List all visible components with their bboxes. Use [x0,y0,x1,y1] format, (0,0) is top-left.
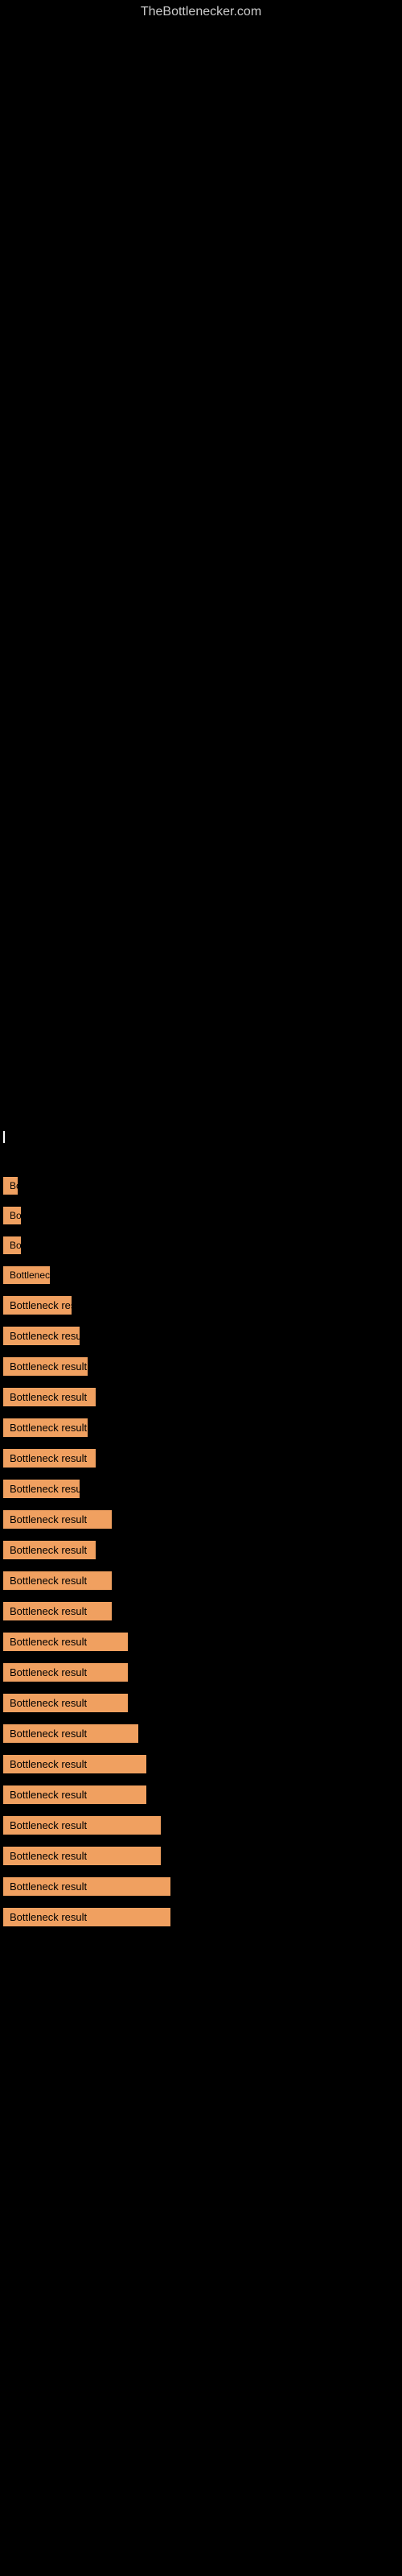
bottleneck-result-badge: Bottleneck result [3,1266,50,1284]
bottleneck-result-badge: Bottleneck result [3,1449,96,1468]
results-container: Bottleneck result Bottleneck result Bottle… [0,1177,402,1932]
result-row: Bottleneck result [0,1418,402,1443]
result-row: Bottleneck result [0,1724,402,1748]
result-row: Bottleneck result [0,1663,402,1687]
bottleneck-result-badge: Bottleneck result [3,1785,146,1804]
result-row: Bottleneck result [0,1694,402,1718]
bottleneck-result-badge: Bottleneck result [3,1877,170,1896]
bottleneck-result-badge: Bottleneck result [3,1388,96,1406]
result-row: Bottleneck result [0,1207,402,1230]
bottleneck-result-badge: Bottleneck result [3,1327,80,1345]
result-row: Bottleneck result [0,1877,402,1901]
bottleneck-result-badge: Bottleneck result [3,1510,112,1529]
result-row: Bottleneck result [0,1908,402,1932]
result-row: Bottleneck result [0,1510,402,1534]
bottleneck-result-badge: Bottleneck result [3,1177,18,1195]
result-row: Bottleneck result [0,1816,402,1840]
bottleneck-result-badge: Bottleneck result [3,1418,88,1437]
result-row: Bottleneck result [0,1755,402,1779]
site-title-bar: TheBottlenecker.com [0,0,402,19]
result-row: Bottleneck result [0,1236,402,1260]
bottleneck-result-badge: Bottleneck result [3,1755,146,1773]
result-row: Bottleneck result [0,1847,402,1871]
result-row: Bottleneck result [0,1541,402,1565]
bottleneck-result-badge: Bottleneck result [3,1724,138,1743]
bottleneck-result-badge: Bottleneck result [3,1816,161,1835]
bottleneck-result-badge: Bottleneck result [3,1541,96,1559]
bottleneck-result-badge: Bottleneck result [3,1236,21,1254]
bottleneck-result-badge: Bottleneck result [3,1908,170,1926]
result-row: Bottleneck result [0,1633,402,1657]
result-row: Bottleneck result [0,1296,402,1320]
result-row: Bottleneck result [0,1177,402,1200]
cursor-area [0,1130,402,1145]
result-row: Bottleneck result [0,1449,402,1473]
bottleneck-result-badge: Bottleneck result [3,1357,88,1376]
result-row: Bottleneck result [0,1480,402,1504]
result-row: Bottleneck result [0,1357,402,1381]
bottleneck-result-badge: Bottleneck result [3,1633,128,1651]
bottleneck-result-badge: Bottleneck result [3,1480,80,1498]
bottleneck-result-badge: Bottleneck result [3,1296,72,1315]
bottleneck-result-badge: Bottleneck result [3,1602,112,1620]
bottleneck-result-badge: Bottleneck result [3,1663,128,1682]
result-row: Bottleneck result [0,1602,402,1626]
bottleneck-result-badge: Bottleneck result [3,1694,128,1712]
main-black-area [0,19,402,1130]
result-row: Bottleneck result [0,1785,402,1810]
result-row: Bottleneck result [0,1388,402,1412]
result-row: Bottleneck result [0,1571,402,1596]
result-row: Bottleneck result [0,1266,402,1290]
bottleneck-result-badge: Bottleneck result [3,1847,161,1865]
result-row: Bottleneck result [0,1327,402,1351]
bottleneck-result-badge: Bottleneck result [3,1571,112,1590]
site-title: TheBottlenecker.com [141,0,261,22]
bottleneck-result-badge: Bottleneck result [3,1207,21,1224]
